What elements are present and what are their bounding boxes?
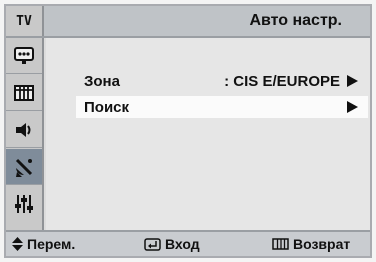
footer-return-label: Возврат — [293, 236, 351, 252]
zone-value: : CIS E/EUROPE — [224, 72, 340, 90]
sidebar-item-function[interactable] — [6, 186, 42, 222]
speaker-icon — [16, 122, 31, 137]
menu-grid-icon — [272, 238, 289, 250]
arrow-right-icon — [347, 101, 358, 113]
menu-row-zone[interactable]: Зона : CIS E/EUROPE — [76, 70, 368, 92]
footer-move-label: Перем. — [27, 236, 76, 252]
zone-label: Зона — [84, 72, 120, 90]
sidebar-item-sound[interactable] — [6, 112, 42, 148]
sidebar-item-setup[interactable] — [6, 149, 42, 185]
menu-content: Зона : CIS E/EUROPE Поиск — [46, 38, 370, 232]
source-tag: TV — [6, 6, 44, 36]
tv-osd-menu: TV Авто настр. Зона: CIS E/EUROPE Поиск… — [4, 4, 372, 258]
footer-move: Перем. — [12, 236, 75, 252]
menu-title: Авто настр. — [249, 12, 342, 29]
up-down-arrows-icon — [12, 237, 23, 251]
sidebar-item-picture[interactable] — [6, 38, 42, 74]
menu-row-search[interactable]: Поиск — [76, 96, 368, 118]
menu-header: TV Авто настр. — [6, 6, 370, 38]
menu-footer: Перем. Вход Возврат — [6, 230, 370, 256]
picture-icon — [14, 46, 34, 64]
equalizer-sliders-icon — [15, 195, 33, 213]
footer-enter: Вход — [144, 236, 200, 252]
search-label: Поиск — [84, 98, 130, 116]
satellite-dish-icon — [15, 158, 33, 177]
menu-sidebar — [6, 38, 44, 232]
footer-enter-label: Вход — [165, 236, 200, 252]
arrow-right-icon — [347, 75, 358, 87]
channel-grid-icon — [14, 84, 34, 101]
sidebar-item-channel[interactable] — [6, 75, 42, 111]
enter-icon — [144, 237, 161, 251]
footer-return: Возврат — [272, 236, 350, 252]
